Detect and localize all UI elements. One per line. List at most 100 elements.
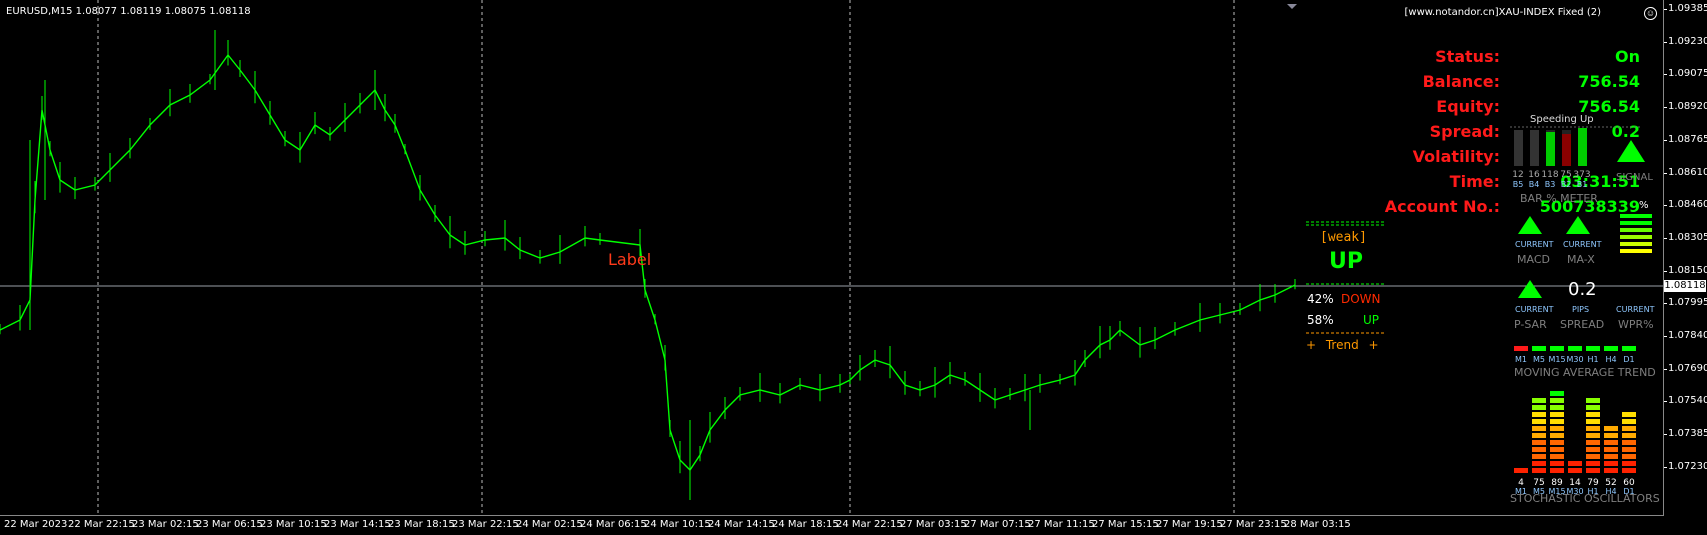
stochastic-segment [1622,454,1636,459]
price-tick-mark [1664,401,1667,403]
time-tick: 23 Mar 06:15 [196,519,263,530]
speed-bar-value: 373 [1573,170,1590,180]
trend-label: + Trend + [1306,338,1379,352]
symbol-info: EURUSD,M15 1.08077 1.08119 1.08075 1.081… [6,6,251,17]
status-label: Status: [1435,47,1500,66]
stochastic-segment [1550,405,1564,410]
price-tick-mark [1664,466,1667,468]
ma-timeframe: H4 [1605,355,1616,364]
time-tick: 23 Mar 14:15 [324,519,391,530]
price-tick-mark [1664,368,1667,370]
macd-label: MACD [1517,253,1550,266]
signal-stack-bar [1620,249,1652,253]
time-tick: 22 Mar 2023 [4,519,68,530]
time-tick: 23 Mar 02:15 [132,519,199,530]
time-tick: 27 Mar 15:15 [1092,519,1159,530]
stochastic-segment [1532,461,1546,466]
time-tick: 28 Mar 03:15 [1284,519,1351,530]
stochastic-segment [1532,440,1546,445]
stochastic-segment [1532,447,1546,452]
speed-bar-value: 75 [1560,170,1571,180]
price-tick-mark [1664,107,1667,109]
current-price-tag: 1.08118 [1664,280,1706,292]
p-sar-up-icon [1518,280,1542,298]
price-chart [0,0,1663,515]
stochastic-segment [1586,412,1600,417]
price-tick: 1.08920 [1668,101,1707,113]
stochastic-segment [1532,398,1546,403]
signal-stack-bar [1620,242,1652,246]
time-tick: 27 Mar 23:15 [1220,519,1287,530]
trend-strength: [weak] [1320,230,1367,245]
speed-bar-value: 118 [1541,170,1558,180]
speed-bar-name: B1 [1577,180,1588,189]
signal-strength-stack [1620,214,1652,264]
time-tick: 27 Mar 19:15 [1156,519,1223,530]
speed-bar-value: 16 [1528,170,1540,180]
stochastic-segment [1586,433,1600,438]
stochastic-segment [1622,426,1636,431]
price-tick: 1.08765 [1668,133,1707,145]
price-tick: 1.07385 [1668,428,1707,440]
price-tick-mark [1664,270,1667,272]
trend-down-label: DOWN [1341,292,1381,306]
p-sar-label: P-SAR [1514,318,1547,331]
stochastic-segment [1550,468,1564,473]
signal-label: SIGNAL [1616,172,1653,183]
signal-up-icon [1617,140,1645,162]
time-axis[interactable]: 22 Mar 2023 22 Mar 22:15 23 Mar 02:15 23 Ma… [0,516,1663,535]
spread-pips: PIPS [1572,305,1590,314]
ma-trend-bar [1622,346,1636,351]
wpr-label: WPR% [1618,318,1654,331]
stochastic-segment [1550,433,1564,438]
speed-bar-value: 12 [1512,170,1523,180]
trend-direction: UP [1329,249,1363,274]
stochastic-segment [1550,398,1564,403]
price-tick: 1.09385 [1668,3,1707,14]
trend-up-label: UP [1363,313,1380,327]
stochastic-segment [1532,412,1546,417]
spread-value: 0.2 [1568,279,1597,300]
price-tick: 1.07690 [1668,362,1707,374]
time-tick: 24 Mar 14:15 [708,519,775,530]
stochastic-segment [1586,405,1600,410]
ea-smiley-icon[interactable]: ☺ [1644,7,1657,20]
stochastic-oscillators-bars: 4M175M589M1514M3079H152H460D1 [1514,391,1636,496]
stochastic-segment [1604,461,1618,466]
ea-name: [www.notandor.cn]XAU-INDEX Fixed (2) [1404,7,1601,18]
status-label: Balance: [1422,72,1500,91]
time-tick: 22 Mar 22:15 [68,519,135,530]
stochastic-segment [1550,461,1564,466]
speed-bar-name: B3 [1545,180,1556,189]
status-value: 756.54 [1578,72,1640,91]
price-tick: 1.07540 [1668,395,1707,407]
speed-bar-name: B4 [1529,180,1540,189]
trend-up-pct: 58% [1307,313,1334,327]
price-tick: 1.08305 [1668,231,1707,243]
time-tick: 27 Mar 03:15 [900,519,967,530]
stochastic-segment [1550,454,1564,459]
ma-x-current: CURRENT [1563,240,1602,249]
stochastic-segment [1532,405,1546,410]
time-tick: 24 Mar 18:15 [772,519,839,530]
stochastic-segment [1622,412,1636,417]
ma-timeframe: M30 [1566,355,1583,364]
stochastic-segment [1514,468,1528,473]
stochastic-segment [1550,391,1564,396]
price-tick-mark [1664,336,1667,337]
stochastic-segment [1604,426,1618,431]
ma-timeframe: D1 [1623,355,1634,364]
price-scale[interactable]: 1.09385 1.09230 1.09075 1.08920 1.08765 1.086… [1664,0,1707,515]
stochastic-segment [1550,440,1564,445]
stochastic-segment [1550,419,1564,424]
stochastic-segment [1586,419,1600,424]
stochastic-segment [1550,447,1564,452]
stochastic-title: STOCHASTIC OSCILLATORS [1510,492,1660,505]
stochastic-segment [1586,447,1600,452]
price-tick-mark [1664,303,1667,305]
time-tick: 24 Mar 02:15 [516,519,583,530]
ma-timeframe: M1 [1515,355,1527,364]
price-tick-mark [1664,172,1667,174]
price-tick: 1.07840 [1668,330,1707,341]
chart-area[interactable]: EURUSD,M15 1.08077 1.08119 1.08075 1.081… [0,0,1664,516]
